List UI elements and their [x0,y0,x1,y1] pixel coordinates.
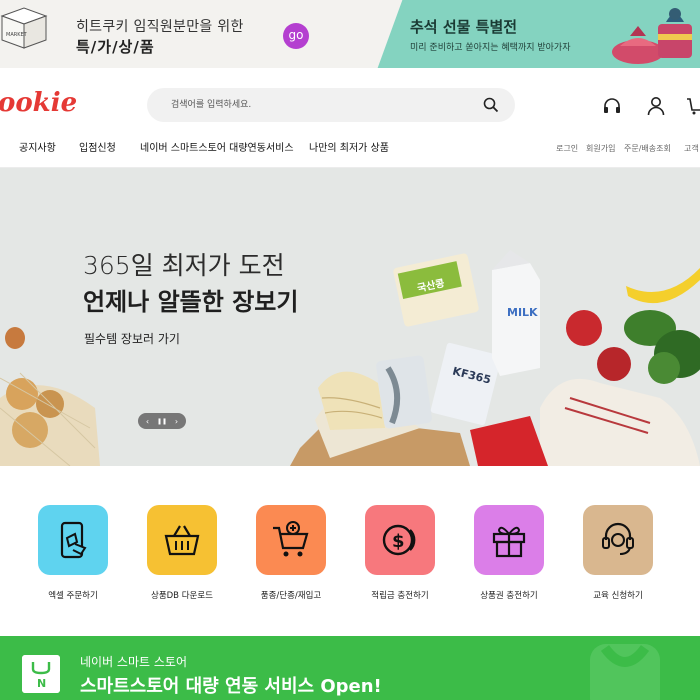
hero-line1: 365일 최저가 도전 [83,251,285,280]
chuseok-banner[interactable]: 추석 선물 특별전 미리 준비하고 쏟아지는 혜택까지 받아가자 [350,0,700,68]
cart-icon[interactable] [686,96,700,116]
quick-label: 적립금 충전하기 [371,591,429,601]
smartstore-headline: 스마트스토어 대량 연동 서비스 Open! [80,676,382,697]
quick-label: 상품권 충전하기 [480,591,538,601]
gift-icon [492,526,526,558]
slider-next-icon[interactable]: › [175,417,178,426]
promo-line2: 특/가/상/품 [76,38,155,56]
user-icon[interactable] [646,96,666,116]
headset-icon[interactable] [602,96,622,116]
slider-control: ‹ ❚❚ › [138,413,186,429]
smartstore-title: 네이버 스마트 스토어 [80,655,187,669]
quick-icon-box [38,505,108,575]
search-input[interactable] [171,96,471,114]
groceries-illustration: KF365 국산콩 MILK [0,250,700,466]
quick-label: 품종/단종/재입고 [260,591,322,601]
quick-item-points[interactable]: $ 적립금 충전하기 [363,505,437,601]
coin-icon: $ [382,524,416,556]
site-header: ookie 공지사항 입점신청 네이버 스마트스토어 대량연동서비스 나만의 최… [0,68,700,168]
quick-item-giftcard[interactable]: 상품권 충전하기 [472,505,546,601]
smartstore-banner[interactable]: N 네이버 스마트 스토어 스마트스토어 대량 연동 서비스 Open! [0,636,700,700]
milk-label: MILK [507,306,538,319]
svg-text:MARKET: MARKET [6,32,28,38]
nav-lowest-price[interactable]: 나만의 최저가 상품 [309,139,389,154]
cart-plus-icon [273,521,309,557]
quick-item-education[interactable]: 교육 신청하기 [581,505,655,601]
hero-line2: 언제나 알뜰한 장보기 [83,288,299,316]
promo-employee-banner[interactable]: MARKET 히트쿠키 임직원분만을 위한 특/가/상/품 go [0,0,350,68]
chuseok-subtitle: 미리 준비하고 쏟아지는 혜택까지 받아가자 [410,43,571,53]
customer-link[interactable]: 고객 [684,143,699,154]
gift-bundle-icon [612,8,692,64]
quick-menu: 엑셀 주문하기 상품DB 다운로드 품종/단종/재입고 $ 적립금 충전하기 상… [0,466,700,636]
decorative-bag-shape [590,644,660,700]
nav-notice[interactable]: 공지사항 [19,139,56,154]
quick-icon-box [256,505,326,575]
chuseok-title: 추석 선물 특별전 [410,18,518,36]
quick-icon-box [147,505,217,575]
promo-banner: MARKET 히트쿠키 임직원분만을 위한 특/가/상/품 go 추석 선물 특… [0,0,700,68]
quick-icon-box [583,505,653,575]
signup-link[interactable]: 회원가입 [586,143,615,154]
site-logo[interactable]: ookie [0,88,77,118]
hero-banner[interactable]: KF365 국산콩 MILK 365일 최저가 도전 언제나 알뜰한 장보기 필… [0,168,700,466]
slider-pause-icon[interactable]: ❚❚ [157,418,167,425]
quick-label: 엑셀 주문하기 [48,591,98,601]
hero-cta[interactable]: 필수템 장보러 가기 [84,330,180,347]
slider-prev-icon[interactable]: ‹ [146,417,149,426]
market-box-icon: MARKET [0,7,48,49]
quick-item-product-db[interactable]: 상품DB 다운로드 [145,505,219,601]
quick-item-restock[interactable]: 품종/단종/재입고 [254,505,328,601]
support-icon [602,522,634,555]
go-button[interactable]: go [283,23,309,49]
quick-label: 상품DB 다운로드 [151,591,213,601]
naver-smartstore-logo: N [22,655,60,693]
quick-icon-box [474,505,544,575]
svg-text:$: $ [392,531,405,552]
quick-icon-box: $ [365,505,435,575]
svg-text:N: N [37,677,46,690]
search-bar [147,88,515,122]
phone-order-icon [60,521,87,559]
quick-item-excel-order[interactable]: 엑셀 주문하기 [36,505,110,601]
nav-apply[interactable]: 입점신청 [79,139,116,154]
search-icon[interactable] [483,97,499,113]
quick-label: 교육 신청하기 [593,591,643,601]
login-link[interactable]: 로그인 [556,143,578,154]
order-tracking-link[interactable]: 주문/배송조회 [624,143,671,154]
nav-smartstore[interactable]: 네이버 스마트스토어 대량연동서비스 [140,139,294,154]
basket-icon [164,525,200,556]
promo-line1: 히트쿠키 임직원분만을 위한 [76,19,244,35]
